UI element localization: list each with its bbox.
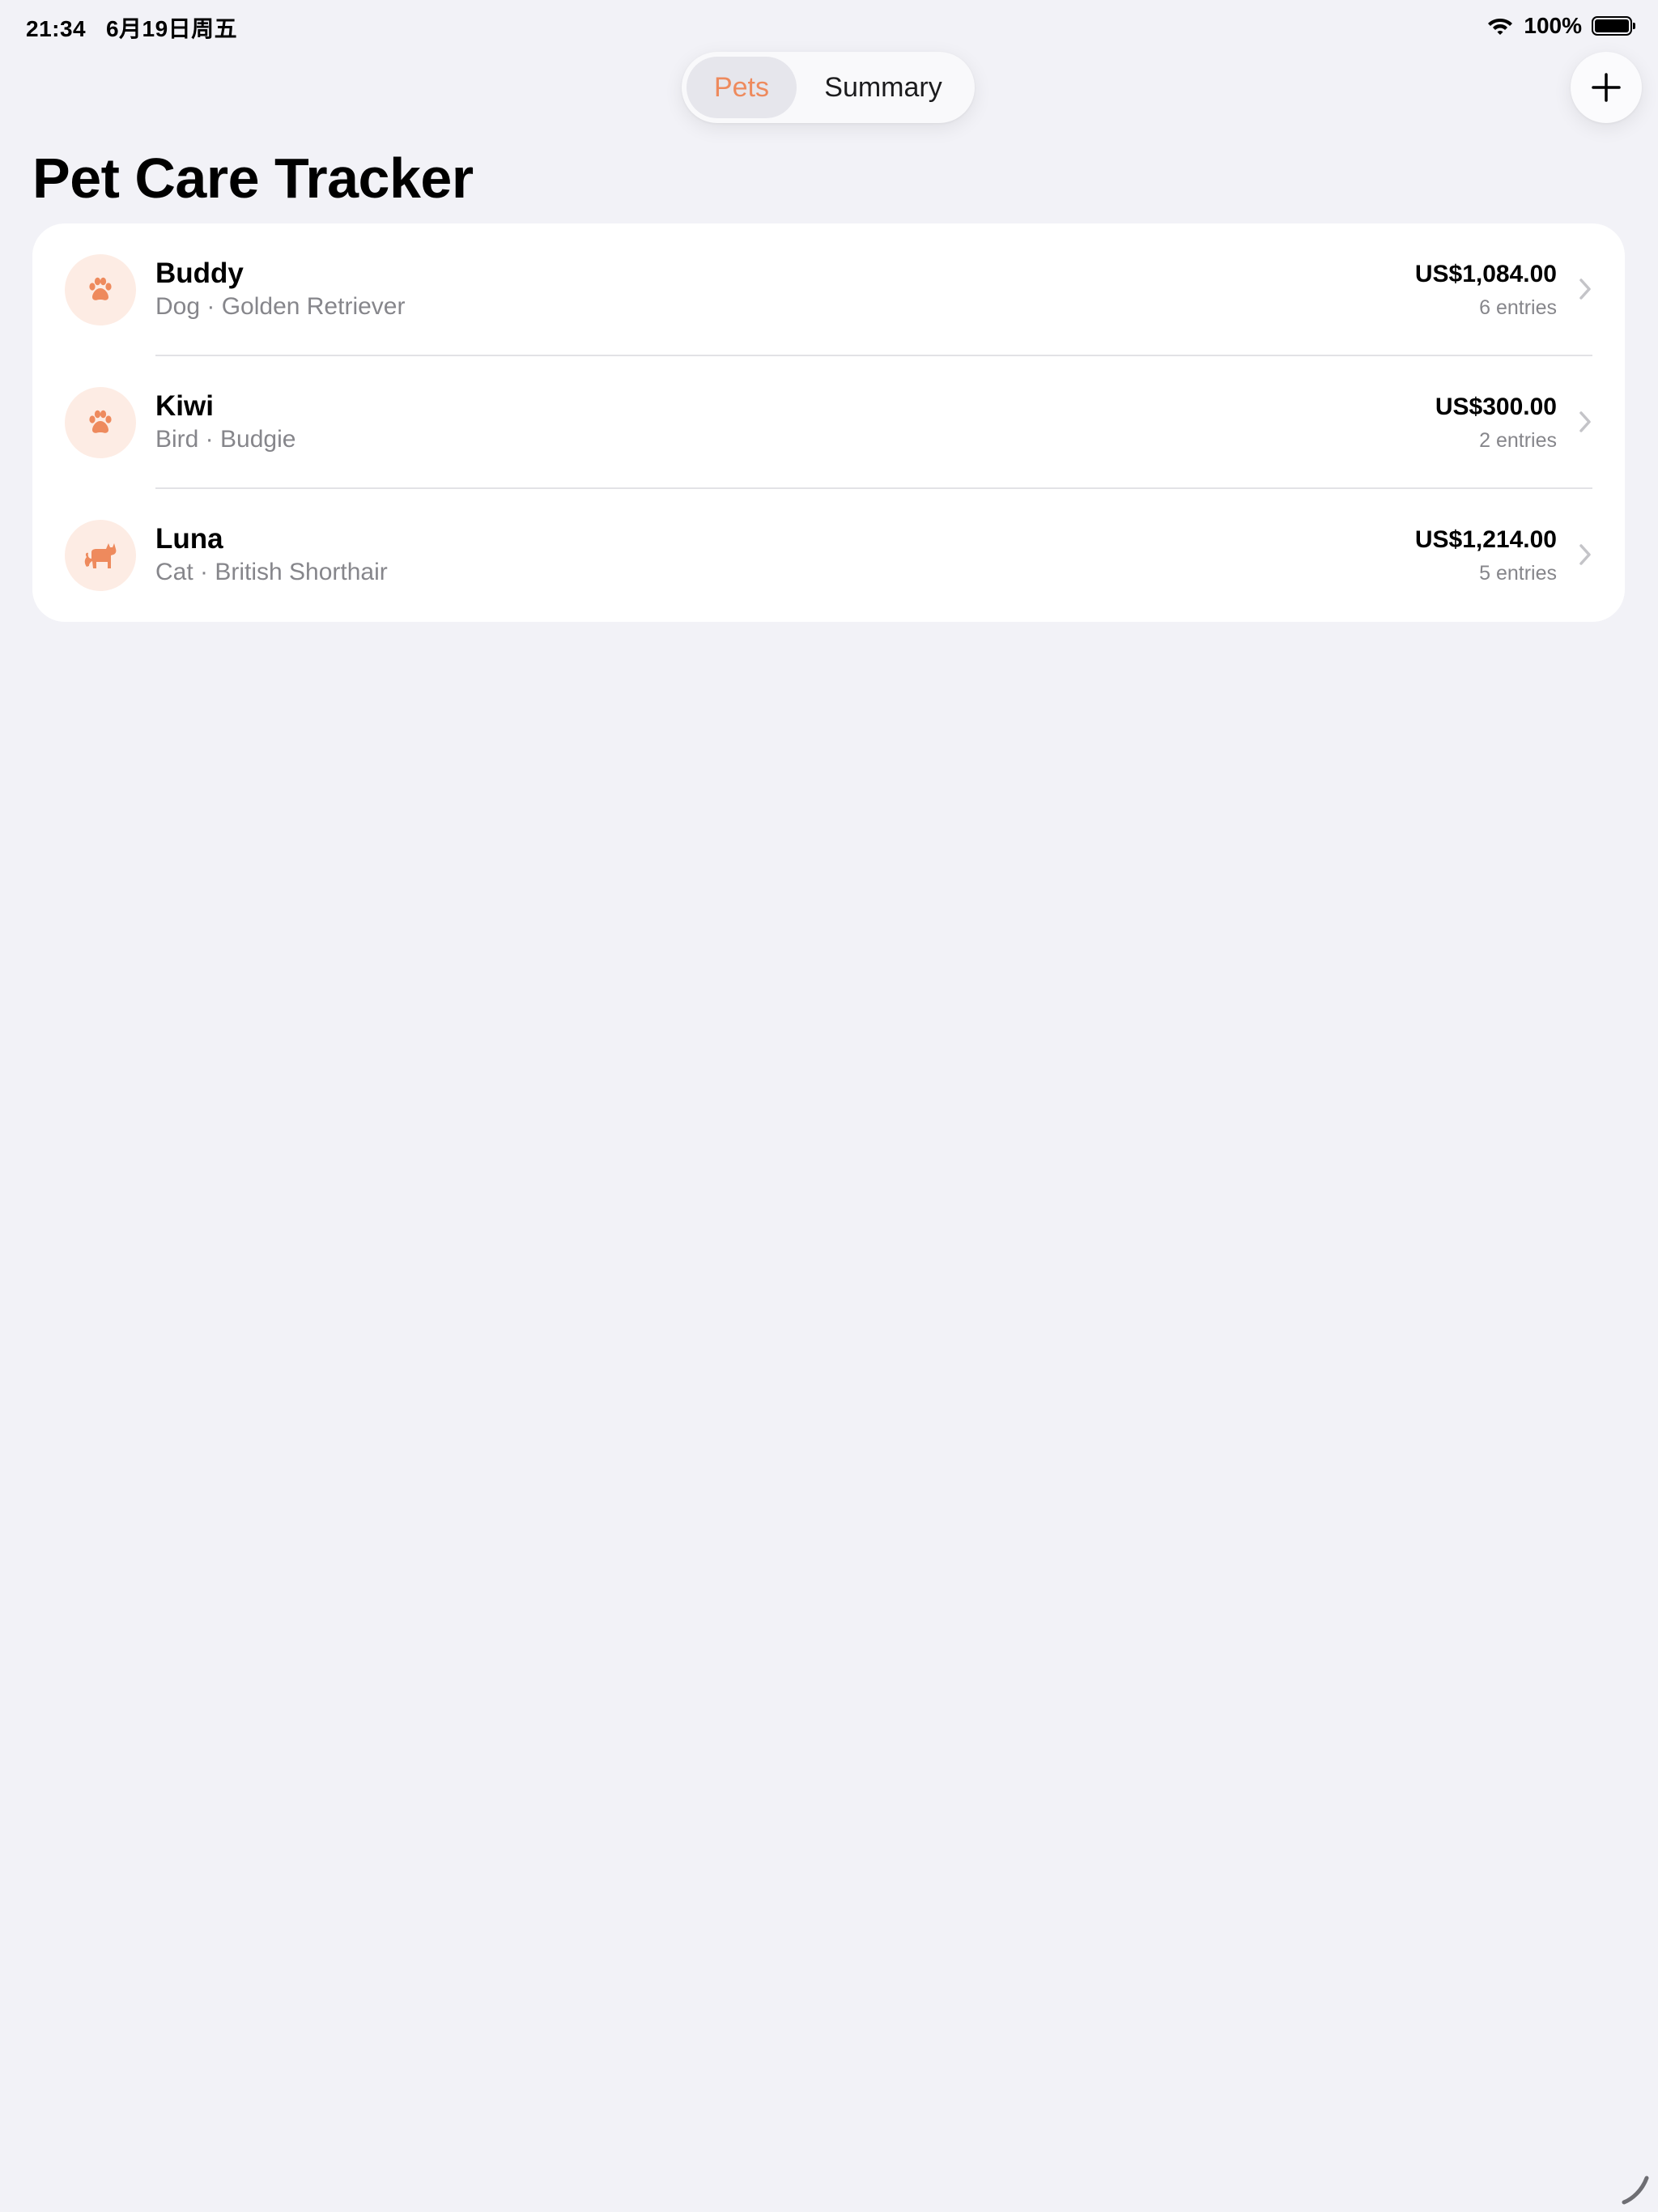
chevron-right-icon: [1579, 544, 1591, 565]
pet-name: Buddy: [155, 257, 244, 289]
pet-avatar: [65, 254, 136, 325]
plus-icon: [1592, 73, 1621, 102]
pet-entry-count: 6 entries: [1479, 296, 1557, 319]
status-date: 6月19日周五: [105, 16, 238, 41]
battery-icon: [1592, 16, 1635, 36]
pet-entry-count: 2 entries: [1479, 429, 1557, 452]
pet-name: Kiwi: [155, 390, 214, 422]
pet-name: Luna: [155, 523, 223, 555]
pet-avatar: [65, 387, 136, 458]
pet-total-amount: US$1,084.00: [1414, 261, 1557, 287]
segment-summary[interactable]: Summary: [797, 57, 970, 118]
pet-entry-count: 5 entries: [1479, 562, 1557, 585]
status-clock: 21:34: [26, 16, 87, 41]
add-pet-button[interactable]: [1571, 52, 1642, 123]
pet-list: Buddy Dog · Golden Retriever US$1,084.00…: [32, 223, 1625, 622]
status-indicators: 100%: [1486, 11, 1635, 40]
chevron-right-icon: [1579, 411, 1591, 432]
pet-total-amount: US$300.00: [1435, 393, 1557, 420]
paw-icon: [89, 410, 112, 433]
pet-species-breed: Bird · Budgie: [155, 426, 296, 453]
pet-row-buddy[interactable]: Buddy Dog · Golden Retriever US$1,084.00…: [32, 223, 1625, 356]
pet-avatar: [65, 520, 136, 591]
resize-handle-icon[interactable]: [1619, 2173, 1652, 2206]
pet-species-breed: Dog · Golden Retriever: [155, 293, 406, 320]
pet-row-kiwi[interactable]: Kiwi Bird · Budgie US$300.00 2 entries: [32, 356, 1625, 489]
view-segmented-control: Pets Summary: [682, 52, 975, 123]
pet-total-amount: US$1,214.00: [1414, 526, 1557, 553]
chevron-right-icon: [1579, 279, 1591, 300]
status-bar: 21:34 6月19日周五 100%: [0, 0, 1658, 52]
segment-pets[interactable]: Pets: [687, 57, 797, 118]
status-time: 21:34 6月19日周五: [26, 11, 237, 44]
pet-row-luna[interactable]: Luna Cat · British Shorthair US$1,214.00…: [32, 489, 1625, 622]
battery-percent: 100%: [1524, 13, 1582, 38]
pet-species-breed: Cat · British Shorthair: [155, 559, 388, 585]
paw-icon: [89, 277, 112, 300]
cat-icon: [84, 543, 117, 568]
wifi-icon: [1488, 19, 1513, 35]
page-title: Pet Care Tracker: [32, 147, 474, 210]
